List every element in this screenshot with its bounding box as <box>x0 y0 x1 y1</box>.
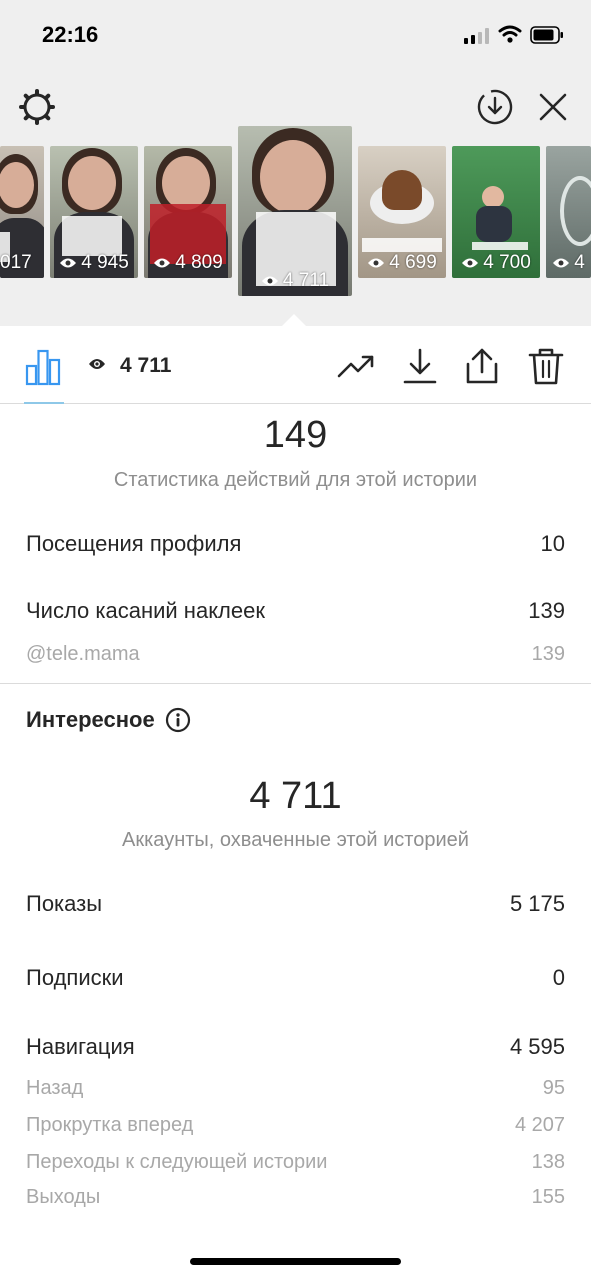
home-indicator[interactable] <box>190 1258 401 1265</box>
story-views-label: 4 809 <box>144 252 232 274</box>
battery-icon <box>530 26 563 44</box>
story-thumbnail[interactable]: 4 700 <box>452 146 540 278</box>
eye-icon <box>462 258 479 268</box>
story-thumbnail[interactable]: 4 809 <box>144 146 232 278</box>
eye-icon <box>368 258 385 268</box>
stat-row-profile-visits: Посещения профиля 10 <box>26 531 565 556</box>
discovery-title: Интересное <box>26 707 191 733</box>
bar-chart-icon[interactable] <box>24 348 62 386</box>
share-icon[interactable] <box>462 346 502 386</box>
story-views-label: 4 700 <box>452 252 540 274</box>
story-views-label: 4 699 <box>358 252 446 274</box>
story-views-label: 4 711 <box>238 270 352 292</box>
active-tab-indicator <box>24 402 64 404</box>
views-count: 4 711 <box>120 354 172 377</box>
eye-icon <box>261 276 278 286</box>
story-thumbnail[interactable]: 017 <box>0 146 44 278</box>
stat-row-forward: Прокрутка вперед 4 207 <box>26 1114 565 1136</box>
stat-row-next-story: Переходы к следующей истории 138 <box>26 1151 565 1173</box>
trash-icon[interactable] <box>526 346 566 386</box>
story-views-label: 017 <box>0 252 32 273</box>
stat-row-navigation: Навигация 4 595 <box>26 1034 565 1059</box>
story-thumbnail-selected[interactable]: 4 711 <box>238 126 352 296</box>
stat-row-exits: Выходы 155 <box>26 1186 565 1208</box>
reach-count: 4 711 <box>249 775 342 817</box>
eye-icon <box>154 258 171 268</box>
info-icon[interactable] <box>165 707 191 733</box>
story-thumbnail[interactable]: 4 945 <box>50 146 138 278</box>
gear-icon[interactable] <box>18 88 56 126</box>
story-views-label: 4 945 <box>50 252 138 274</box>
actions-caption: Статистика действий для этой истории <box>113 469 478 491</box>
story-thumbnail[interactable]: 4 699 <box>358 146 446 278</box>
stat-row-follows: Подписки 0 <box>26 965 565 990</box>
eye-icon <box>60 258 77 268</box>
stat-row-sticker-mention[interactable]: @tele.mama 139 <box>26 643 565 666</box>
eye-icon <box>89 359 105 369</box>
download-icon[interactable] <box>400 346 440 386</box>
reach-caption: Аккаунты, охваченные этой историей <box>122 829 469 851</box>
stat-row-back: Назад 95 <box>26 1077 565 1099</box>
section-divider <box>0 683 591 684</box>
signal-icon <box>464 28 490 44</box>
download-circle-icon[interactable] <box>476 88 514 126</box>
eye-icon <box>553 258 570 268</box>
story-views-label: 4 <box>546 252 591 274</box>
close-icon[interactable] <box>536 90 570 124</box>
actions-total: 149 <box>263 414 328 456</box>
story-thumbnail[interactable]: 4 <box>546 146 591 278</box>
stat-row-sticker-taps: Число касаний наклеек 139 <box>26 598 565 623</box>
story-toolbar: 4 711 <box>0 326 591 404</box>
stat-row-impressions: Показы 5 175 <box>26 891 565 916</box>
wifi-icon <box>498 25 522 43</box>
story-strip-area: 22:16 017 4 945 4 809 4 711 4 699 4 700 … <box>0 0 591 326</box>
status-time: 22:16 <box>42 22 99 47</box>
trending-icon[interactable] <box>336 346 376 386</box>
